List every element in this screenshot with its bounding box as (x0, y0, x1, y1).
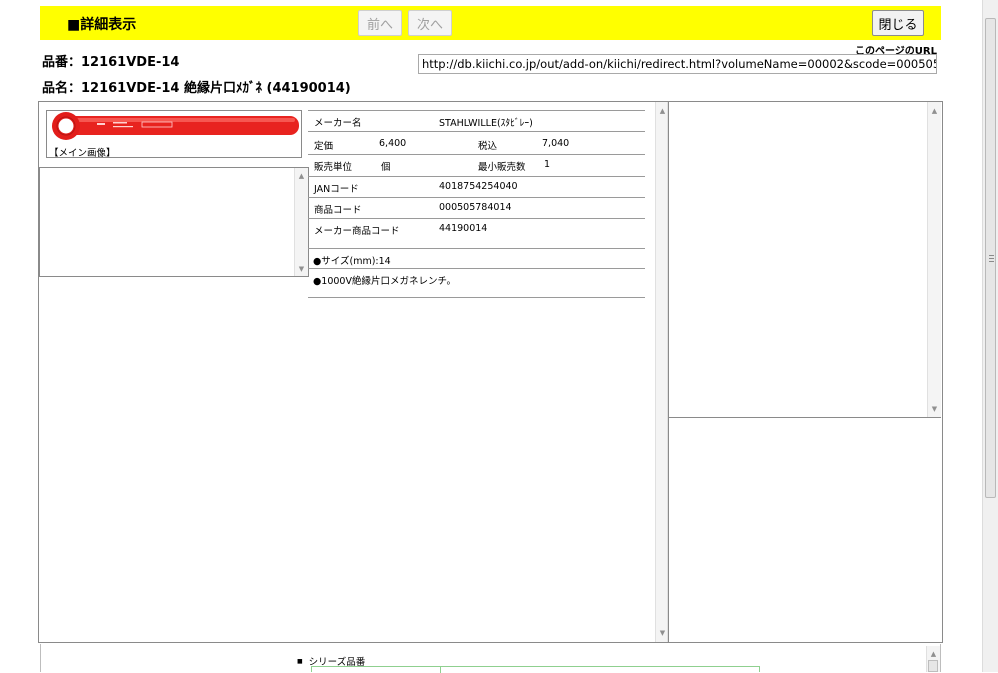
related-pane-scrollbar[interactable]: ▲ ▼ (927, 102, 941, 417)
series-scrollbar[interactable]: ▲ (926, 646, 940, 672)
spec-row-unit: 販売単位 個 最小販売数 1 (308, 154, 645, 176)
spec-value: 44190014 (439, 223, 488, 234)
page-url-field[interactable]: http://db.kiichi.co.jp/out/add-on/kiichi… (418, 54, 937, 74)
spec-pane-scrollbar[interactable]: ▲ ▼ (655, 102, 668, 642)
spec-row-product-code: 商品コード 000505784014 (308, 197, 645, 218)
series-table (311, 666, 760, 673)
spec-row-description: ●1000V絶縁片口メガネレンチ。 (308, 268, 645, 298)
scroll-down-icon[interactable]: ▼ (928, 404, 941, 414)
spec-row-maker-code: メーカー商品コード 44190014 (308, 218, 645, 248)
spec-value: 000505784014 (439, 202, 512, 213)
page-scrollbar[interactable] (982, 0, 998, 672)
spec-row-price: 定価 6,400 税込 7,040 (308, 131, 645, 154)
size-text: ●サイズ(mm):14 (313, 256, 391, 267)
part-number: 品番：12161VDE-14 (42, 55, 180, 70)
spec-row-size: ●サイズ(mm):14 (308, 248, 645, 268)
spec-label: メーカー商品コード (314, 226, 400, 237)
thumbnail-pane-scrollbar[interactable]: ▲ ▼ (294, 168, 308, 276)
scroll-up-icon[interactable]: ▲ (927, 649, 940, 659)
spec-value: 7,040 (542, 138, 570, 149)
bullet-icon: ■ (297, 658, 303, 665)
close-button[interactable]: 閉じる (872, 10, 924, 36)
spec-value: 個 (381, 162, 391, 173)
related-lower-pane (668, 417, 941, 642)
spec-label: JANコード (314, 184, 359, 195)
scroll-up-icon[interactable]: ▲ (928, 106, 941, 116)
spec-value: 6,400 (379, 138, 407, 149)
description-text: ●1000V絶縁片口メガネレンチ。 (313, 276, 456, 287)
spec-row-jan: JANコード 4018754254040 (308, 176, 645, 197)
spec-value: 4018754254040 (439, 181, 518, 192)
spec-value: STAHLWILLE(ｽﾀﾋﾞﾚｰ) (439, 118, 533, 129)
spec-label: 最小販売数 (478, 162, 526, 173)
main-image-caption: 【メイン画像】 (49, 148, 116, 159)
header-bar (40, 6, 941, 40)
spec-label: 販売単位 (314, 162, 353, 173)
part-name: 品名：12161VDE-14 絶縁片口ﾒｶﾞﾈ (44190014) (42, 81, 351, 96)
page-scrollbar-thumb[interactable] (985, 18, 996, 498)
spec-label: メーカー名 (314, 118, 362, 129)
scroll-down-icon[interactable]: ▼ (295, 264, 308, 274)
spec-label: 商品コード (314, 205, 362, 216)
related-pane[interactable]: ▲ ▼ (668, 102, 941, 418)
spec-value: 1 (544, 159, 551, 170)
scroll-up-icon[interactable]: ▲ (295, 171, 308, 181)
spec-label: 税込 (478, 141, 498, 152)
spec-row-maker: メーカー名 STAHLWILLE(ｽﾀﾋﾞﾚｰ) (308, 110, 645, 131)
page-title: ■詳細表示 (67, 17, 137, 33)
spec-label: 定価 (314, 141, 334, 152)
thumbnail-pane[interactable]: ▲ ▼ (39, 167, 309, 277)
next-button[interactable]: 次へ (408, 10, 452, 36)
prev-button[interactable]: 前へ (358, 10, 402, 36)
